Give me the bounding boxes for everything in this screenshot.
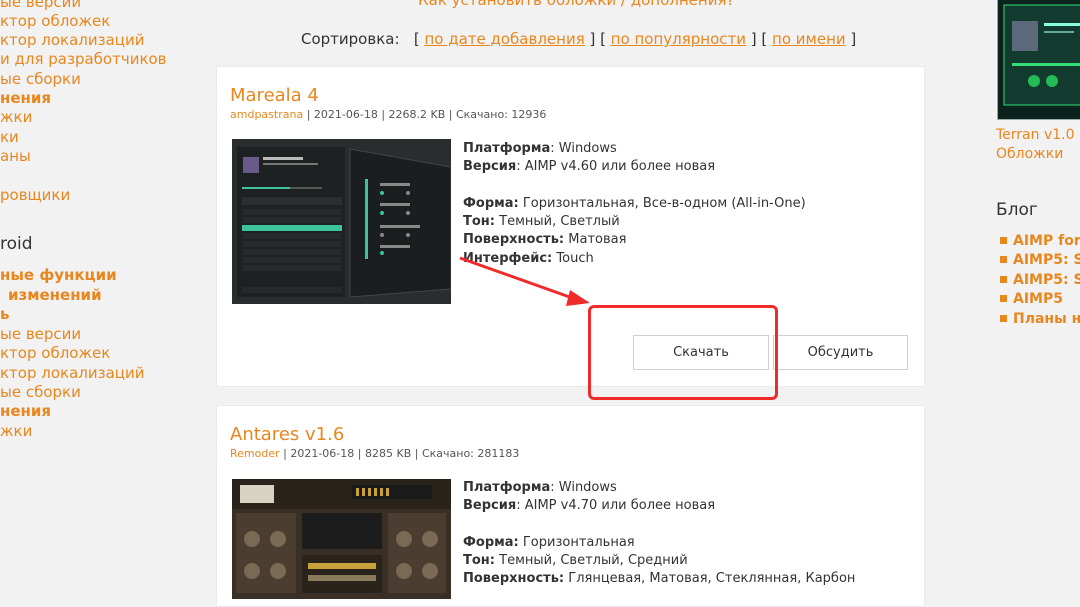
annotation-arrow-head xyxy=(566,290,590,306)
annotation-overlay xyxy=(459,256,590,306)
annotation-highlight-box xyxy=(588,305,778,400)
annotation-arrow-line xyxy=(459,256,579,302)
